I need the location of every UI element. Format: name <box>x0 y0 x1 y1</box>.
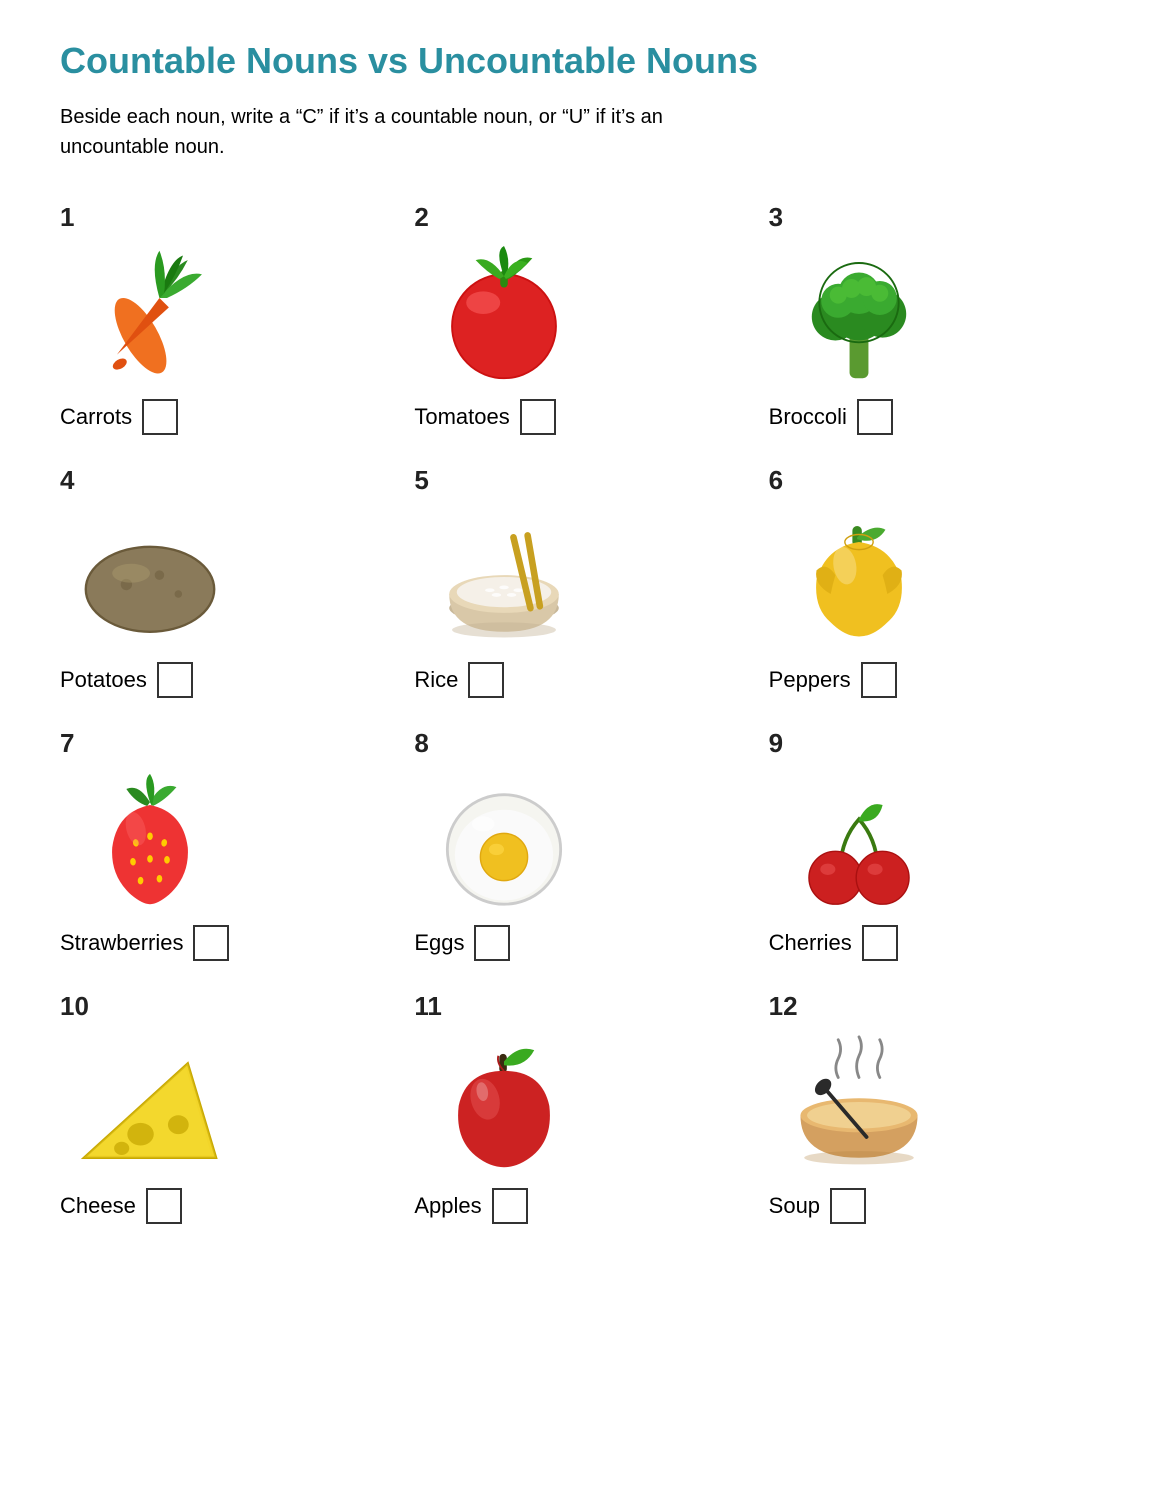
item-5-image <box>414 502 594 652</box>
item-9-image <box>769 765 949 915</box>
item-10-image <box>60 1028 240 1178</box>
item-11-label-row: Apples <box>414 1188 527 1224</box>
item-8-answer-box[interactable] <box>474 925 510 961</box>
items-grid: 1 Carrots 2 <box>60 202 1103 1224</box>
item-10-number: 10 <box>60 991 89 1022</box>
item-5-number: 5 <box>414 465 428 496</box>
item-6-answer-box[interactable] <box>861 662 897 698</box>
item-9-label: Cherries <box>769 930 852 956</box>
item-6: 6 Peppers <box>769 465 1103 698</box>
item-10: 10 Cheese <box>60 991 394 1224</box>
item-12: 12 Soup <box>769 991 1103 1224</box>
item-9-answer-box[interactable] <box>862 925 898 961</box>
item-11-label: Apples <box>414 1193 481 1219</box>
item-7-image <box>60 765 240 915</box>
item-2-label: Tomatoes <box>414 404 509 430</box>
item-10-answer-box[interactable] <box>146 1188 182 1224</box>
item-12-label-row: Soup <box>769 1188 866 1224</box>
item-6-label-row: Peppers <box>769 662 897 698</box>
item-9-number: 9 <box>769 728 783 759</box>
item-7-label-row: Strawberries <box>60 925 229 961</box>
item-2-image <box>414 239 594 389</box>
item-12-label: Soup <box>769 1193 820 1219</box>
item-10-label: Cheese <box>60 1193 136 1219</box>
item-10-label-row: Cheese <box>60 1188 182 1224</box>
item-8-label: Eggs <box>414 930 464 956</box>
item-7-label: Strawberries <box>60 930 183 956</box>
item-2-label-row: Tomatoes <box>414 399 555 435</box>
item-2-answer-box[interactable] <box>520 399 556 435</box>
item-3-number: 3 <box>769 202 783 233</box>
item-3: 3 Broccoli <box>769 202 1103 435</box>
item-8-label-row: Eggs <box>414 925 510 961</box>
item-5: 5 Rice <box>414 465 748 698</box>
item-4-number: 4 <box>60 465 74 496</box>
item-9-label-row: Cherries <box>769 925 898 961</box>
item-12-image <box>769 1028 949 1178</box>
item-4-label: Potatoes <box>60 667 147 693</box>
item-3-label: Broccoli <box>769 404 847 430</box>
item-2-number: 2 <box>414 202 428 233</box>
item-4-answer-box[interactable] <box>157 662 193 698</box>
item-12-number: 12 <box>769 991 798 1022</box>
item-11-image <box>414 1028 594 1178</box>
item-5-label: Rice <box>414 667 458 693</box>
item-6-label: Peppers <box>769 667 851 693</box>
item-1-number: 1 <box>60 202 74 233</box>
page-title: Countable Nouns vs Uncountable Nouns <box>60 40 1103 82</box>
item-5-label-row: Rice <box>414 662 504 698</box>
item-4-label-row: Potatoes <box>60 662 193 698</box>
item-9: 9 Cherries <box>769 728 1103 961</box>
item-8-image <box>414 765 594 915</box>
instructions-text: Beside each noun, write a “C” if it’s a … <box>60 102 760 162</box>
item-8: 8 Eggs <box>414 728 748 961</box>
item-11-number: 11 <box>414 991 442 1022</box>
item-3-label-row: Broccoli <box>769 399 893 435</box>
item-1: 1 Carrots <box>60 202 394 435</box>
item-4-image <box>60 502 240 652</box>
item-8-number: 8 <box>414 728 428 759</box>
item-12-answer-box[interactable] <box>830 1188 866 1224</box>
item-1-label: Carrots <box>60 404 132 430</box>
item-11: 11 Apples <box>414 991 748 1224</box>
item-1-image <box>60 239 240 389</box>
item-7-answer-box[interactable] <box>193 925 229 961</box>
item-11-answer-box[interactable] <box>492 1188 528 1224</box>
item-1-answer-box[interactable] <box>142 399 178 435</box>
item-3-answer-box[interactable] <box>857 399 893 435</box>
item-7: 7 Strawberri <box>60 728 394 961</box>
item-5-answer-box[interactable] <box>468 662 504 698</box>
item-1-label-row: Carrots <box>60 399 178 435</box>
item-4: 4 Potatoes <box>60 465 394 698</box>
item-7-number: 7 <box>60 728 74 759</box>
item-6-number: 6 <box>769 465 783 496</box>
item-2: 2 Tomatoes <box>414 202 748 435</box>
item-3-image <box>769 239 949 389</box>
item-6-image <box>769 502 949 652</box>
